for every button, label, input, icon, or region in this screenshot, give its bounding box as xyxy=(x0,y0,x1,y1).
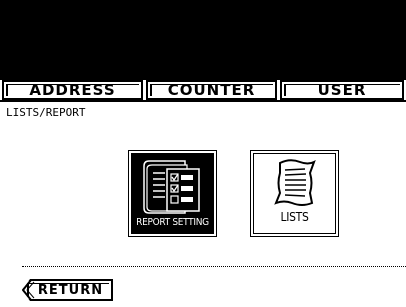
divider-line xyxy=(22,266,406,267)
lists-button[interactable]: LISTS xyxy=(250,150,339,237)
tab-user-label: USER xyxy=(317,81,367,99)
tab-address-label: ADDRESS xyxy=(29,81,116,99)
return-button[interactable]: RETURN xyxy=(22,279,113,301)
tab-user[interactable]: USER xyxy=(280,80,404,100)
scroll-list-icon xyxy=(273,159,316,206)
breadcrumb: LISTS/REPORT xyxy=(6,106,86,119)
header-bar xyxy=(0,0,406,80)
tab-divider xyxy=(0,100,406,102)
report-setting-button[interactable]: REPORT SETTING xyxy=(128,150,217,237)
lists-label: LISTS xyxy=(280,210,309,224)
tab-address[interactable]: ADDRESS xyxy=(2,80,143,100)
report-setting-label: REPORT SETTING xyxy=(136,217,209,228)
tab-counter-label: COUNTER xyxy=(167,81,256,99)
report-checklist-icon xyxy=(142,160,200,214)
return-label: RETURN xyxy=(37,282,104,298)
tab-counter[interactable]: COUNTER xyxy=(146,80,277,100)
